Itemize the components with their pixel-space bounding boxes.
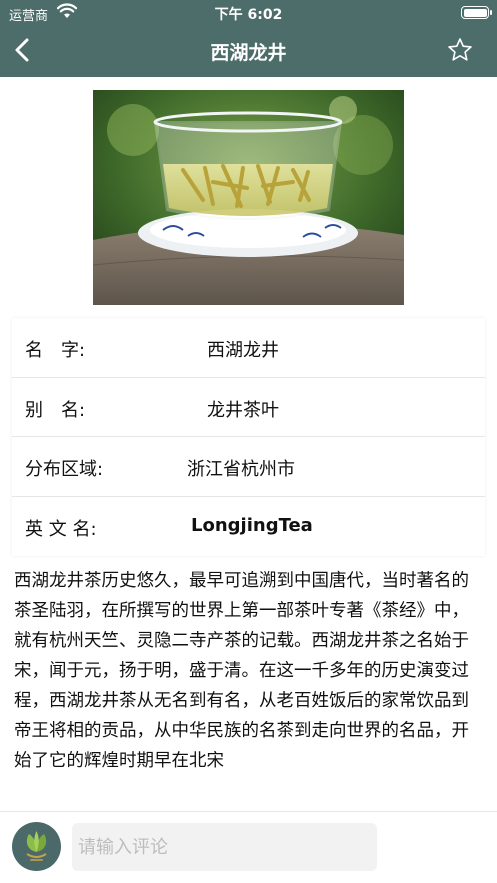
info-row-english-name: 英 文 名: LongjingTea	[12, 497, 485, 557]
info-value: 西湖龙井	[207, 340, 279, 361]
top-bar: 运营商 下午 6:02 西湖龙井	[0, 0, 497, 77]
info-row-alias: 别 名: 龙井茶叶	[12, 378, 485, 437]
tea-info-card: 名 字: 西湖龙井 别 名: 龙井茶叶 分布区域: 浙江省杭州市 英 文 名: …	[12, 318, 485, 556]
info-label: 英 文 名:	[25, 518, 97, 540]
info-value: LongjingTea	[191, 514, 313, 536]
info-label: 分布区域:	[25, 459, 104, 480]
detail-content[interactable]: 名 字: 西湖龙井 别 名: 龙井茶叶 分布区域: 浙江省杭州市 英 文 名: …	[0, 77, 497, 811]
comment-bar	[0, 811, 497, 883]
comment-input[interactable]	[72, 823, 377, 871]
info-row-name: 名 字: 西湖龙井	[12, 318, 485, 378]
info-value: 龙井茶叶	[207, 399, 279, 421]
tea-description: 西湖龙井茶历史悠久，最早可追溯到中国唐代，当时著名的茶圣陆羽，在所撰写的世界上第…	[14, 571, 469, 771]
tea-leaf-icon[interactable]	[12, 822, 61, 871]
status-time: 下午 6:02	[214, 7, 283, 23]
info-label: 名 字:	[25, 340, 86, 361]
battery-icon	[461, 6, 492, 19]
tea-photo	[93, 90, 404, 305]
info-value: 浙江省杭州市	[187, 459, 295, 480]
status-bar: 运营商 下午 6:02	[0, 0, 497, 26]
page-title: 西湖龙井	[210, 42, 287, 64]
info-row-region: 分布区域: 浙江省杭州市	[12, 437, 485, 497]
info-label: 别 名:	[25, 399, 86, 421]
star-outline-icon[interactable]	[447, 37, 473, 63]
